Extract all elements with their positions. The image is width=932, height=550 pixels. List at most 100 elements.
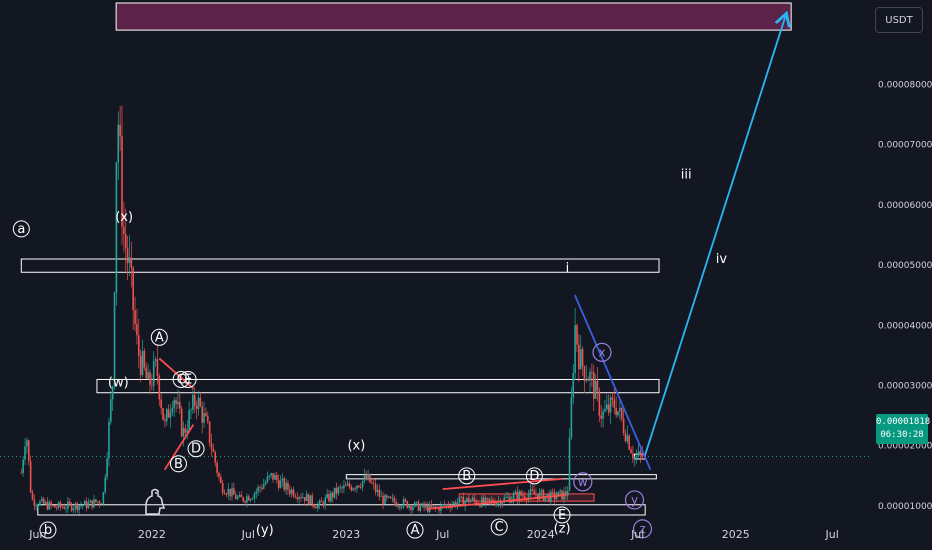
candle-body [344, 485, 347, 487]
candle-body [315, 506, 317, 509]
candle-body [80, 505, 82, 507]
last-price-tag: 0.00001818 06:30:28 [876, 414, 930, 444]
candle-body [123, 226, 125, 235]
candle-body [41, 498, 43, 502]
candle-body [359, 487, 362, 488]
candle-body [458, 497, 461, 503]
candle-body [218, 472, 220, 478]
candle-body [399, 506, 401, 508]
candle-body [238, 494, 241, 497]
candle-body [234, 494, 237, 499]
currency-selector[interactable]: USDT [875, 7, 923, 33]
candle-body [182, 428, 185, 437]
candle-body [606, 404, 608, 410]
candle-body [481, 497, 483, 507]
candle-body [385, 495, 388, 498]
candle-body [110, 399, 112, 422]
candle-body [259, 487, 261, 488]
candle-body [443, 504, 446, 506]
candle-body [141, 350, 144, 375]
candle-body [124, 234, 127, 249]
candle-body [313, 504, 315, 507]
candle-body [514, 491, 517, 494]
candle-body [609, 397, 612, 413]
candle-body [382, 495, 384, 505]
wave-label: D [529, 469, 539, 484]
candle-body [39, 501, 41, 506]
candle-body [619, 407, 621, 412]
candle-body [156, 359, 159, 377]
candle-body [337, 487, 340, 494]
candle-body [592, 372, 595, 399]
x-axis-tick-label: 2024 [527, 528, 555, 541]
candle-body [393, 497, 396, 503]
candle-body [604, 409, 606, 412]
candle-body [445, 504, 448, 506]
candle-body [471, 497, 474, 501]
candle-body [203, 413, 205, 423]
candle-body [158, 376, 161, 400]
candle-body [555, 496, 558, 500]
candle-body [542, 489, 545, 501]
candle-body [29, 461, 32, 493]
candle-body [27, 440, 30, 462]
candle-body [117, 124, 120, 163]
candle-body [615, 407, 617, 416]
candle-body [633, 457, 636, 459]
wave-label: (x) [347, 439, 365, 454]
candle-body [432, 506, 435, 508]
candle-body [320, 500, 323, 502]
candle-body [162, 408, 164, 420]
candle-body [350, 486, 353, 491]
candle-body [82, 505, 84, 507]
candle-body [305, 494, 308, 501]
candle-body [246, 496, 248, 503]
candle-body [486, 497, 489, 499]
countdown-timer: 06:30:28 [880, 430, 924, 440]
wave-label: iv [716, 252, 728, 267]
candle-body [205, 413, 207, 416]
candle-body [425, 505, 427, 508]
candle-body [628, 435, 630, 450]
zone-zone_x [345, 474, 657, 480]
candle-body [95, 499, 97, 503]
candle-body [626, 435, 629, 442]
candle-body [289, 489, 291, 494]
candle-body [137, 335, 140, 356]
candle-body [512, 493, 515, 500]
candle-body [630, 449, 632, 454]
candle-body [395, 502, 397, 507]
candle-body [352, 488, 355, 491]
price-chart[interactable]: cva(x)iiiiivACE(w)BD(x)b(y)ABCDE(z)xwyz0… [0, 0, 932, 550]
candle-body [216, 462, 218, 473]
candle-body [132, 267, 134, 311]
candle-body [160, 399, 162, 409]
candle-body [331, 492, 334, 498]
candle-body [195, 405, 198, 410]
candle-body [374, 483, 377, 492]
candle-body [341, 487, 343, 489]
candle-body [322, 501, 325, 506]
candle-body [348, 483, 351, 487]
candle-body [35, 505, 38, 507]
candle-body [72, 508, 75, 511]
candle-body [106, 458, 108, 478]
candle-body [507, 496, 509, 498]
candle-body [220, 477, 222, 484]
candle-body [65, 508, 67, 510]
candle-body [564, 491, 567, 496]
candle-body [391, 497, 394, 499]
candle-body [46, 501, 49, 510]
candle-body [469, 500, 472, 503]
candle-body [412, 506, 414, 510]
candle-body [559, 490, 561, 492]
candle-body [622, 418, 625, 433]
candle-body [52, 505, 54, 507]
candle-body [37, 505, 39, 507]
tradingview-logo-icon[interactable] [142, 486, 168, 516]
candle-body [505, 497, 507, 498]
candle-body [277, 479, 280, 488]
candle-body [369, 473, 371, 483]
candle-body [298, 497, 300, 500]
candle-body [611, 397, 614, 400]
